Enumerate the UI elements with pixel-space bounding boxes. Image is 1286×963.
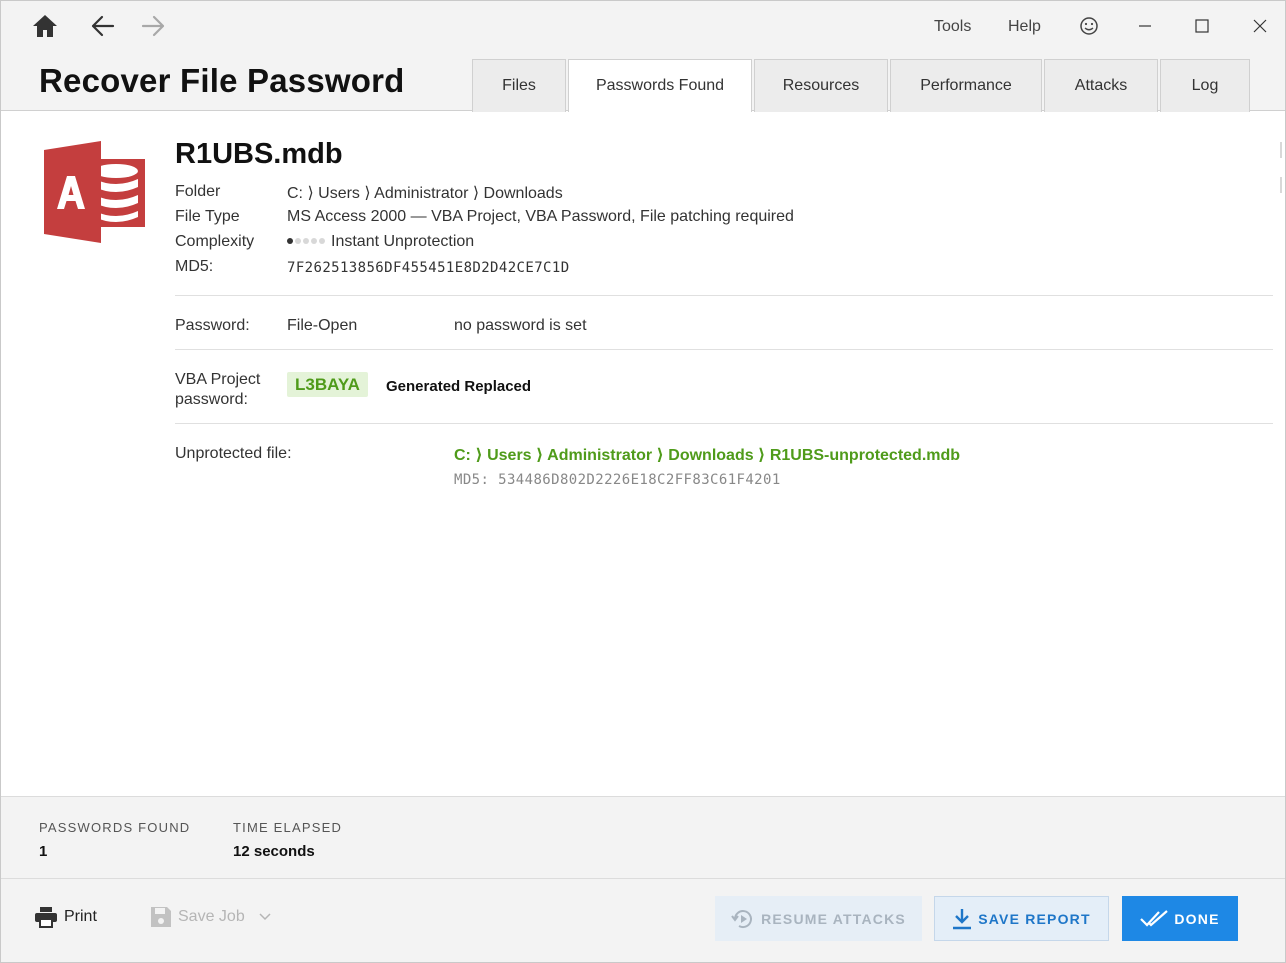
vba-password-badge[interactable]: L3BAYA: [287, 372, 368, 397]
tab-resources[interactable]: Resources: [754, 59, 888, 112]
stats-bar: PASSWORDS FOUND 1 TIME ELAPSED 12 second…: [1, 796, 1285, 879]
chevron-down-icon[interactable]: [259, 913, 271, 921]
unprotected-file-path-link[interactable]: C: ⟩ Users ⟩ Administrator ⟩ Downloads ⟩…: [454, 445, 960, 465]
back-button[interactable]: [88, 11, 118, 41]
smiley-icon: [1080, 17, 1098, 35]
resume-attacks-button[interactable]: RESUME ATTACKS: [715, 896, 922, 941]
arrow-right-icon: [141, 15, 165, 37]
complexity-dot: [319, 237, 325, 244]
print-button[interactable]: Print: [34, 906, 97, 928]
complexity-dot: [295, 237, 301, 244]
double-check-icon: [1140, 909, 1169, 927]
floppy-disk-icon: [151, 907, 171, 927]
tab-bar: Files Passwords Found Resources Performa…: [472, 59, 1252, 113]
md5-value: 7F262513856DF455451E8D2D42CE7C1D: [287, 260, 570, 276]
save-job-button[interactable]: Save Job: [150, 906, 271, 928]
password-label: Password:: [175, 317, 250, 334]
complexity-text: Instant Unprotection: [331, 233, 475, 250]
app-title: Recover File Password: [39, 62, 405, 99]
save-job-label: Save Job: [178, 908, 245, 925]
done-label: DONE: [1174, 910, 1220, 927]
file-type-label: File Type: [175, 208, 240, 225]
password-type: File-Open: [287, 317, 358, 334]
folder-label: Folder: [175, 183, 221, 200]
app-window: Tools Help Recover File Password Files P…: [0, 0, 1286, 963]
unprotected-file-label: Unprotected file:: [175, 445, 292, 462]
forward-button[interactable]: [138, 11, 168, 41]
tab-performance[interactable]: Performance: [890, 59, 1042, 112]
close-button[interactable]: [1245, 11, 1275, 41]
passwords-found-value: 1: [39, 843, 48, 860]
complexity-value: Instant Unprotection: [287, 233, 474, 251]
passwords-found-panel: R1UBS.mdb Folder C: ⟩ Users ⟩ Administra…: [1, 112, 1285, 796]
maximize-button[interactable]: [1187, 11, 1217, 41]
md5-label: MD5:: [175, 258, 214, 275]
menu-help[interactable]: Help: [1008, 18, 1041, 36]
resume-attacks-label: RESUME ATTACKS: [761, 910, 906, 927]
vba-label-line1: VBA Project: [175, 371, 261, 388]
home-icon: [33, 15, 57, 37]
scrollbar-indicator[interactable]: [1280, 177, 1282, 193]
done-button[interactable]: DONE: [1122, 896, 1238, 941]
scrollbar-indicator[interactable]: [1280, 142, 1282, 158]
complexity-dot: [303, 237, 309, 244]
close-icon: [1253, 19, 1267, 33]
divider: [175, 349, 1273, 350]
complexity-meter: [287, 237, 325, 244]
minimize-icon: [1139, 25, 1151, 27]
file-name: R1UBS.mdb: [175, 138, 343, 170]
feedback-button[interactable]: [1074, 11, 1104, 41]
time-elapsed-value: 12 seconds: [233, 843, 315, 860]
bottom-toolbar: Print Save Job RESUME ATTACKS SAVE REPOR…: [1, 879, 1285, 962]
time-elapsed-label: TIME ELAPSED: [233, 820, 343, 835]
print-label: Print: [64, 908, 97, 925]
download-icon: [953, 908, 972, 929]
save-report-button[interactable]: SAVE REPORT: [934, 896, 1109, 941]
resume-icon: [731, 909, 753, 928]
minimize-button[interactable]: [1130, 11, 1160, 41]
tab-attacks[interactable]: Attacks: [1044, 59, 1158, 112]
complexity-dot: [287, 237, 293, 244]
divider: [175, 423, 1273, 424]
tab-files[interactable]: Files: [472, 59, 566, 112]
tab-log[interactable]: Log: [1160, 59, 1250, 112]
unprotected-file-md5: MD5: 534486D802D2226E18C2FF83C61F4201: [454, 472, 781, 488]
vba-password-status: Generated Replaced: [386, 378, 532, 395]
home-button[interactable]: [30, 11, 60, 41]
printer-icon: [35, 907, 57, 928]
arrow-left-icon: [91, 15, 115, 37]
save-report-label: SAVE REPORT: [978, 910, 1091, 927]
complexity-label: Complexity: [175, 233, 255, 250]
menu-tools[interactable]: Tools: [934, 18, 971, 36]
tab-passwords-found[interactable]: Passwords Found: [568, 59, 752, 113]
vba-label-line2: password:: [175, 391, 248, 408]
complexity-dot: [311, 237, 317, 244]
file-type-value: MS Access 2000 — VBA Project, VBA Passwo…: [287, 208, 794, 225]
ms-access-icon: [43, 141, 147, 250]
title-bar: Tools Help Recover File Password Files P…: [1, 1, 1285, 113]
maximize-icon: [1195, 19, 1209, 33]
passwords-found-label: PASSWORDS FOUND: [39, 820, 191, 835]
password-status: no password is set: [454, 317, 587, 334]
folder-value: C: ⟩ Users ⟩ Administrator ⟩ Downloads: [287, 185, 563, 202]
divider: [175, 295, 1273, 296]
